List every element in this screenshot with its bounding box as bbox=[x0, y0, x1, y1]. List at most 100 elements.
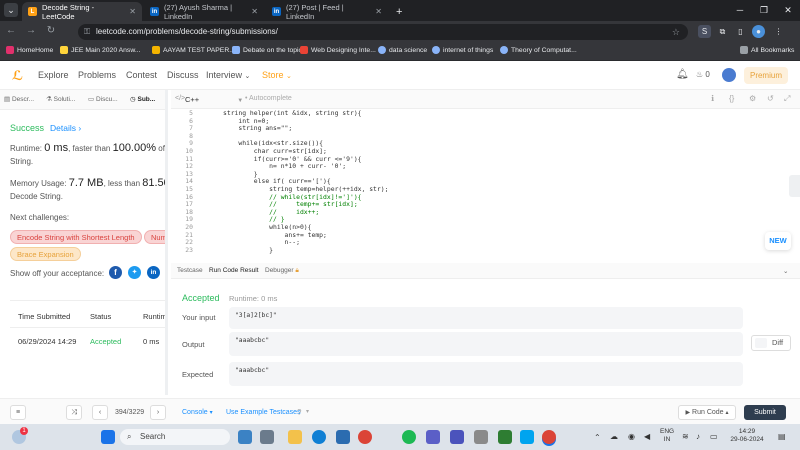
camera-icon[interactable]: ◉ bbox=[628, 432, 635, 441]
challenge-chip[interactable]: Numb bbox=[144, 230, 165, 244]
table-row[interactable]: 06/29/2024 14:29 Accepted 0 ms bbox=[10, 328, 165, 356]
nav-discuss[interactable]: Discuss bbox=[167, 70, 199, 80]
submit-button[interactable]: Submit bbox=[744, 405, 786, 420]
taskbar-app-icon[interactable] bbox=[498, 430, 512, 444]
chrome-active-icon[interactable] bbox=[542, 430, 556, 444]
user-avatar[interactable] bbox=[722, 68, 736, 82]
taskbar-app-icon[interactable] bbox=[474, 430, 488, 444]
challenge-chip[interactable]: Encode String with Shortest Length bbox=[10, 230, 142, 244]
browser-tab-linkedin-feed[interactable]: in (27) Post | Feed | LinkedIn ✕ bbox=[266, 2, 388, 21]
chevron-down-icon[interactable]: ▾ bbox=[306, 408, 309, 415]
twitter-icon[interactable]: ✦ bbox=[128, 266, 141, 279]
volume-icon[interactable]: ◀ bbox=[644, 432, 650, 441]
tab-solutions[interactable]: ⚗ Soluti... bbox=[46, 95, 75, 103]
linkedin-icon[interactable]: in bbox=[147, 266, 160, 279]
next-problem-icon[interactable]: › bbox=[150, 405, 166, 420]
site-info-icon[interactable]: ⚿ bbox=[84, 24, 90, 40]
autocomplete-toggle[interactable]: • Autocomplete bbox=[245, 95, 292, 102]
edge-icon[interactable] bbox=[312, 430, 326, 444]
spotify-icon[interactable] bbox=[402, 430, 416, 444]
taskbar-app-icon[interactable] bbox=[520, 430, 534, 444]
problem-list-icon[interactable]: ≡ bbox=[10, 405, 26, 420]
extension-s-icon[interactable]: S bbox=[698, 25, 711, 38]
leetcode-logo-icon[interactable]: ℒ bbox=[12, 68, 23, 84]
tab-testcase[interactable]: Testcase bbox=[177, 267, 203, 274]
diff-toggle[interactable]: Diff bbox=[751, 335, 791, 351]
battery-icon[interactable]: ▭ bbox=[710, 432, 718, 441]
minimize-icon[interactable]: ─ bbox=[728, 0, 752, 21]
tab-debugger[interactable]: Debugger 🔒︎ bbox=[265, 267, 299, 275]
prev-problem-icon[interactable]: ‹ bbox=[92, 405, 108, 420]
taskbar-search[interactable]: ⌕ Search bbox=[120, 429, 230, 445]
nav-store[interactable]: Store ⌄ bbox=[262, 70, 292, 80]
task-view-icon[interactable] bbox=[238, 430, 252, 444]
bookmark-item[interactable]: HomeHome bbox=[6, 46, 53, 54]
close-icon[interactable]: ✕ bbox=[129, 7, 136, 16]
tray-overflow-icon[interactable]: ⌃ bbox=[594, 433, 601, 442]
settings-icon[interactable]: ⚙ bbox=[749, 94, 756, 103]
tab-search-icon[interactable]: ⌄ bbox=[4, 3, 18, 17]
browser-tab-linkedin-profile[interactable]: in (27) Ayush Sharma | LinkedIn ✕ bbox=[144, 2, 264, 21]
maximize-icon[interactable]: ❐ bbox=[752, 0, 776, 21]
clock[interactable]: 14:29 29-06-2024 bbox=[724, 428, 770, 444]
back-icon[interactable]: ← bbox=[4, 25, 18, 36]
windows-start-icon[interactable] bbox=[101, 430, 115, 444]
close-icon[interactable]: ✕ bbox=[251, 7, 258, 16]
tab-discuss[interactable]: ▭ Discu... bbox=[88, 95, 118, 103]
mail-icon[interactable] bbox=[336, 430, 350, 444]
wifi-icon[interactable]: ≋ bbox=[682, 432, 689, 441]
chrome-icon[interactable] bbox=[358, 430, 372, 444]
file-explorer-icon[interactable] bbox=[288, 430, 302, 444]
forward-icon[interactable]: → bbox=[24, 25, 38, 36]
reload-icon[interactable]: ↻ bbox=[44, 25, 58, 36]
bookmark-item[interactable]: JEE Main 2020 Answ... bbox=[60, 46, 141, 54]
challenge-chip[interactable]: Brace Expansion bbox=[10, 247, 81, 261]
tab-run-code-result[interactable]: Run Code Result bbox=[209, 267, 259, 274]
bookmark-item[interactable]: Web Designing Inte... bbox=[300, 46, 376, 54]
new-tab-button[interactable]: + bbox=[390, 2, 410, 21]
more-menu-icon[interactable]: ⋮ bbox=[772, 25, 785, 38]
close-window-icon[interactable]: ✕ bbox=[776, 0, 800, 21]
bookmark-item[interactable]: internet of things bbox=[432, 46, 493, 54]
bookmark-star-icon[interactable]: ☆ bbox=[672, 24, 680, 40]
taskbar-app-icon[interactable] bbox=[260, 430, 274, 444]
language-indicator[interactable]: ENG IN bbox=[660, 428, 674, 444]
info-icon[interactable]: ℹ bbox=[711, 94, 714, 103]
console-toggle[interactable]: Console ▾ bbox=[182, 409, 213, 416]
sidebar-icon[interactable]: ▯ bbox=[734, 25, 747, 38]
profile-avatar-icon[interactable]: ● bbox=[752, 25, 765, 38]
braces-icon[interactable]: {} bbox=[729, 94, 734, 103]
bookmark-item[interactable]: Debate on the topic... bbox=[232, 46, 308, 54]
browser-tab-leetcode[interactable]: L Decode String - LeetCode ✕ bbox=[22, 2, 142, 21]
close-icon[interactable]: ✕ bbox=[375, 7, 382, 16]
details-link[interactable]: Details › bbox=[50, 123, 81, 134]
tab-submissions[interactable]: ◷ Sub... bbox=[130, 95, 155, 103]
speaker-icon[interactable]: ♪ bbox=[696, 432, 700, 441]
url-input[interactable]: ⚿ leetcode.com/problems/decode-string/su… bbox=[78, 24, 688, 40]
code-line[interactable]: } bbox=[223, 246, 273, 255]
cloud-icon[interactable]: ☁ bbox=[610, 432, 618, 441]
bookmark-item[interactable]: Theory of Computat... bbox=[500, 46, 577, 54]
use-example-testcases[interactable]: Use Example Testcases bbox=[226, 409, 301, 416]
shuffle-icon[interactable]: ⤨ bbox=[66, 405, 82, 420]
help-icon[interactable]: ? bbox=[297, 408, 301, 417]
nav-interview[interactable]: Interview ⌄ bbox=[206, 70, 250, 80]
streak-counter[interactable]: ♨ 0 bbox=[696, 70, 710, 79]
notification-bell-icon[interactable]: 🔔︎ bbox=[676, 69, 689, 80]
tab-description[interactable]: ▤ Descr... bbox=[4, 95, 34, 103]
collapse-console-icon[interactable]: ⌄ bbox=[783, 267, 788, 275]
language-select[interactable]: C++ ▼ bbox=[185, 95, 243, 104]
run-code-button[interactable]: ▶ Run Code ▴ bbox=[678, 405, 736, 420]
nav-contest[interactable]: Contest bbox=[126, 70, 157, 80]
code-area[interactable]: 5 string helper(int &idx, string str){6 i… bbox=[171, 109, 800, 260]
nav-problems[interactable]: Problems bbox=[78, 70, 116, 80]
new-feature-badge[interactable]: NEW bbox=[765, 232, 791, 250]
nav-explore[interactable]: Explore bbox=[38, 70, 69, 80]
bookmark-item[interactable]: data science bbox=[378, 46, 427, 54]
code-line[interactable]: string ans=""; bbox=[223, 125, 292, 133]
teams-icon[interactable] bbox=[450, 430, 464, 444]
fullscreen-icon[interactable]: ⤢ bbox=[784, 94, 790, 104]
cell-status[interactable]: Accepted bbox=[90, 337, 121, 346]
premium-button[interactable]: Premium bbox=[744, 67, 788, 84]
all-bookmarks[interactable]: All Bookmarks bbox=[740, 46, 794, 54]
